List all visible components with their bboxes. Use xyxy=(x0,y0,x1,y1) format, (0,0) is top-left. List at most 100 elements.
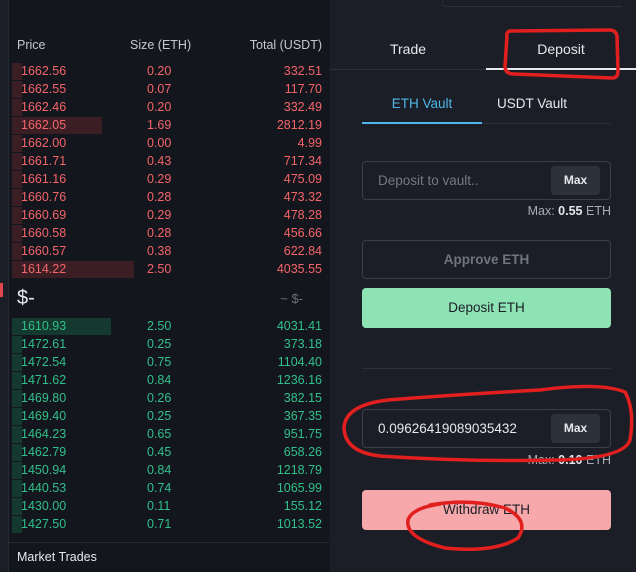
section-divider xyxy=(362,368,611,369)
bid-size: 0.74 xyxy=(147,481,172,495)
bid-size: 0.45 xyxy=(147,445,172,459)
ask-price: 1660.58 xyxy=(21,226,67,240)
bid-price: 1610.93 xyxy=(21,319,67,333)
bid-size: 2.50 xyxy=(147,319,172,333)
bid-row[interactable]: 1469.80 0.26 382.15 xyxy=(9,389,329,407)
tab-usdt-vault[interactable]: USDT Vault xyxy=(482,90,582,124)
ask-total: 4.99 xyxy=(297,136,322,150)
bid-row[interactable]: 1427.50 0.71 1013.52 xyxy=(9,515,329,533)
ask-row[interactable]: 1661.71 0.43 717.34 xyxy=(9,152,329,170)
ask-total: 475.09 xyxy=(283,172,322,186)
bid-size: 0.25 xyxy=(147,337,172,351)
tab-eth-vault[interactable]: ETH Vault xyxy=(362,90,482,124)
ask-size: 0.00 xyxy=(147,136,172,150)
ask-price: 1662.00 xyxy=(21,136,67,150)
bid-row[interactable]: 1472.54 0.75 1104.40 xyxy=(9,353,329,371)
bid-size: 0.84 xyxy=(147,373,172,387)
ask-price: 1661.71 xyxy=(21,154,67,168)
header-total: Total (USDT) xyxy=(249,38,322,52)
bid-size: 0.75 xyxy=(147,355,172,369)
deposit-max-unit: ETH xyxy=(586,204,611,218)
ask-size: 0.07 xyxy=(147,82,172,96)
bid-price: 1472.61 xyxy=(21,337,67,351)
tab-deposit[interactable]: Deposit xyxy=(486,30,636,70)
bid-price: 1430.00 xyxy=(21,499,67,513)
ask-price: 1662.55 xyxy=(21,82,67,96)
ask-row[interactable]: 1662.56 0.20 332.51 xyxy=(9,62,329,80)
orderbook: Price Size (ETH) Total (USDT) 1662.56 0.2… xyxy=(9,30,329,542)
withdraw-amount-input[interactable] xyxy=(363,410,543,447)
ask-total: 2812.19 xyxy=(276,118,322,132)
bid-row[interactable]: 1462.79 0.45 658.26 xyxy=(9,443,329,461)
ask-row[interactable]: 1661.16 0.29 475.09 xyxy=(9,170,329,188)
bid-row[interactable]: 1469.40 0.25 367.35 xyxy=(9,407,329,425)
tab-trade[interactable]: Trade xyxy=(330,30,486,70)
ask-row[interactable]: 1662.55 0.07 117.70 xyxy=(9,80,329,98)
bid-price: 1469.40 xyxy=(21,409,67,423)
ask-row[interactable]: 1662.05 1.69 2812.19 xyxy=(9,116,329,134)
bid-total: 1065.99 xyxy=(276,481,322,495)
ask-price: 1660.69 xyxy=(21,208,67,222)
ask-price: 1614.22 xyxy=(21,262,67,276)
bid-total: 1236.16 xyxy=(276,373,322,387)
bid-price: 1462.79 xyxy=(21,445,67,459)
header-price: Price xyxy=(17,38,46,52)
ask-row[interactable]: 1662.46 0.20 332.49 xyxy=(9,98,329,116)
deposit-amount-input[interactable] xyxy=(363,162,543,199)
ask-row[interactable]: 1660.57 0.38 622.84 xyxy=(9,242,329,260)
ask-rows: 1662.56 0.20 332.51 1662.55 0.07 117.70 1662.4… xyxy=(9,62,329,278)
ask-total: 332.49 xyxy=(283,100,322,114)
bid-row[interactable]: 1440.53 0.74 1065.99 xyxy=(9,479,329,497)
ask-total: 456.66 xyxy=(283,226,322,240)
withdraw-eth-button[interactable]: Withdraw ETH xyxy=(362,490,611,530)
ask-row[interactable]: 1660.69 0.29 478.28 xyxy=(9,206,329,224)
bid-price: 1427.50 xyxy=(21,517,67,531)
ask-row[interactable]: 1660.58 0.28 456.66 xyxy=(9,224,329,242)
ask-price: 1662.56 xyxy=(21,64,67,78)
withdraw-max-label: Max: xyxy=(527,453,555,467)
approve-eth-button[interactable]: Approve ETH xyxy=(362,240,611,279)
ask-size: 2.50 xyxy=(147,262,172,276)
bid-total: 373.18 xyxy=(283,337,322,351)
ask-row[interactable]: 1662.00 0.00 4.99 xyxy=(9,134,329,152)
bid-size: 0.84 xyxy=(147,463,172,477)
bid-size: 0.11 xyxy=(147,499,171,513)
bid-row[interactable]: 1464.23 0.65 951.75 xyxy=(9,425,329,443)
bid-total: 1013.52 xyxy=(276,517,322,531)
market-trades-title: Market Trades xyxy=(17,550,97,564)
market-trades-section[interactable]: Market Trades xyxy=(9,542,329,572)
active-marker xyxy=(0,283,3,297)
bid-size: 0.25 xyxy=(147,409,172,423)
bid-row[interactable]: 1471.62 0.84 1236.16 xyxy=(9,371,329,389)
withdraw-max-amount: 0.10 xyxy=(558,453,583,467)
vault-tabs: ETH Vault USDT Vault xyxy=(362,90,611,124)
deposit-max-amount: 0.55 xyxy=(558,204,583,218)
deposit-max-button[interactable]: Max xyxy=(551,166,600,195)
withdraw-input-box: Max xyxy=(362,409,611,448)
ask-size: 0.28 xyxy=(147,226,172,240)
deposit-eth-button[interactable]: Deposit ETH xyxy=(362,288,611,328)
bid-row[interactable]: 1472.61 0.25 373.18 xyxy=(9,335,329,353)
ask-row[interactable]: 1614.22 2.50 4035.55 xyxy=(9,260,329,278)
ask-size: 0.43 xyxy=(147,154,172,168)
bid-price: 1450.94 xyxy=(21,463,67,477)
bid-total: 1218.79 xyxy=(276,463,322,477)
bid-price: 1464.23 xyxy=(21,427,67,441)
bid-row[interactable]: 1450.94 0.84 1218.79 xyxy=(9,461,329,479)
bid-total: 367.35 xyxy=(283,409,322,423)
ask-total: 332.51 xyxy=(283,64,322,78)
ask-row[interactable]: 1660.76 0.28 473.32 xyxy=(9,188,329,206)
bid-size: 0.71 xyxy=(147,517,172,531)
ask-size: 0.29 xyxy=(147,208,172,222)
ask-total: 478.28 xyxy=(283,208,322,222)
bid-total: 951.75 xyxy=(283,427,322,441)
bid-size: 0.26 xyxy=(147,391,172,405)
withdraw-max-button[interactable]: Max xyxy=(551,414,600,443)
bid-row[interactable]: 1610.93 2.50 4031.41 xyxy=(9,317,329,335)
main-tabs: Trade Deposit xyxy=(330,30,636,70)
ask-price: 1662.46 xyxy=(21,100,67,114)
header-size: Size (ETH) xyxy=(130,38,192,52)
bid-row[interactable]: 1430.00 0.11 155.12 xyxy=(9,497,329,515)
withdraw-max-unit: ETH xyxy=(586,453,611,467)
mid-price-row: $- ~ $- xyxy=(9,285,329,311)
